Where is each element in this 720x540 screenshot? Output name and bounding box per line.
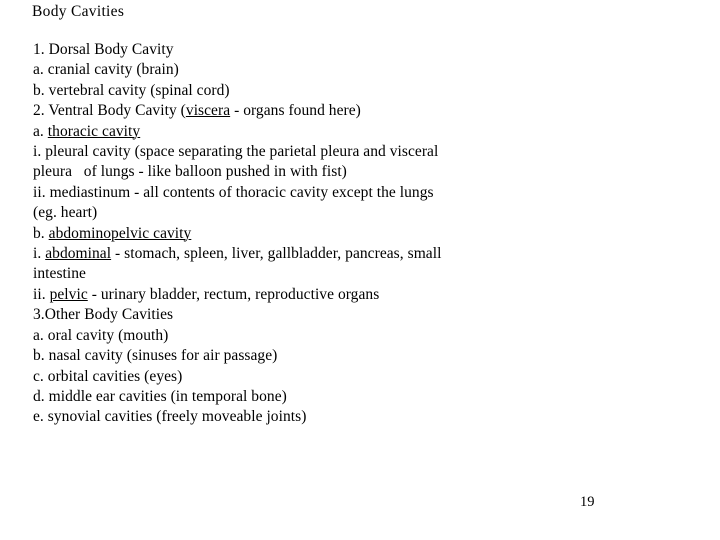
text-run: b. nasal cavity (sinuses for air passage… [33,347,278,365]
text-run: c. orbital cavities (eyes) [33,367,183,385]
underlined-term: abdominopelvic cavity [48,224,192,242]
text-line: intestine [33,264,503,284]
text-line: 2. Ventral Body Cavity (viscera - organs… [33,101,503,121]
text-line: ii. pelvic - urinary bladder, rectum, re… [33,285,503,305]
text-line: pleura of lungs - like balloon pushed in… [33,162,503,182]
text-run: ii. mediastinum - all contents of thorac… [33,183,434,201]
text-line: i. abdominal - stomach, spleen, liver, g… [33,244,503,264]
text-line: c. orbital cavities (eyes) [33,367,503,387]
text-run: 3.Other Body Cavities [33,306,174,324]
text-line: i. pleural cavity (space separating the … [33,142,503,162]
text-line: d. middle ear cavities (in temporal bone… [33,387,503,407]
text-run: a. cranial cavity (brain) [33,61,179,79]
text-run: b. vertebral cavity (spinal cord) [33,81,230,99]
text-run: pleura of lungs - like balloon pushed in… [33,163,347,181]
underlined-term: abdominal [45,245,112,263]
text-run: i. [33,245,46,263]
text-run: 2. Ventral Body Cavity ( [33,102,186,120]
slide-canvas: Body Cavities 1. Dorsal Body Cavity a. cr… [0,0,720,540]
underlined-term: pelvic [49,285,88,303]
text-line: 3.Other Body Cavities [33,305,503,325]
underlined-term: thoracic cavity [47,122,141,140]
text-line: e. synovial cavities (freely moveable jo… [33,407,503,427]
text-line: a. oral cavity (mouth) [33,326,503,346]
text-run: - organs found here) [230,102,361,120]
text-line: ii. mediastinum - all contents of thorac… [33,183,503,203]
text-line: b. nasal cavity (sinuses for air passage… [33,346,503,366]
text-run: - urinary bladder, rectum, reproductive … [87,285,380,303]
text-run: a. [33,122,48,140]
text-line: a. cranial cavity (brain) [33,60,503,80]
text-line: 1. Dorsal Body Cavity [33,40,503,60]
text-line: b. vertebral cavity (spinal cord) [33,81,503,101]
text-run: i. pleural cavity (space separating the … [33,143,439,161]
text-run: 1. Dorsal Body Cavity [33,41,174,58]
page-number: 19 [580,494,595,510]
underlined-term: viscera [185,102,231,120]
text-run: b. [33,224,49,242]
text-run: - stomach, spleen, liver, gallbladder, p… [111,245,442,263]
slide-body-text: 1. Dorsal Body Cavity a. cranial cavity (… [33,40,503,428]
text-run: (eg. heart) [33,204,98,222]
text-run: e. synovial cavities (freely moveable jo… [33,408,307,426]
text-line: (eg. heart) [33,203,503,223]
text-run: d. middle ear cavities (in temporal bone… [33,387,287,405]
page-title: Body Cavities [32,3,125,20]
text-line: a. thoracic cavity [33,122,503,142]
text-run: intestine [33,265,86,283]
text-run: ii. [33,285,50,303]
text-run: a. oral cavity (mouth) [33,326,169,344]
text-line: b. abdominopelvic cavity [33,224,503,244]
